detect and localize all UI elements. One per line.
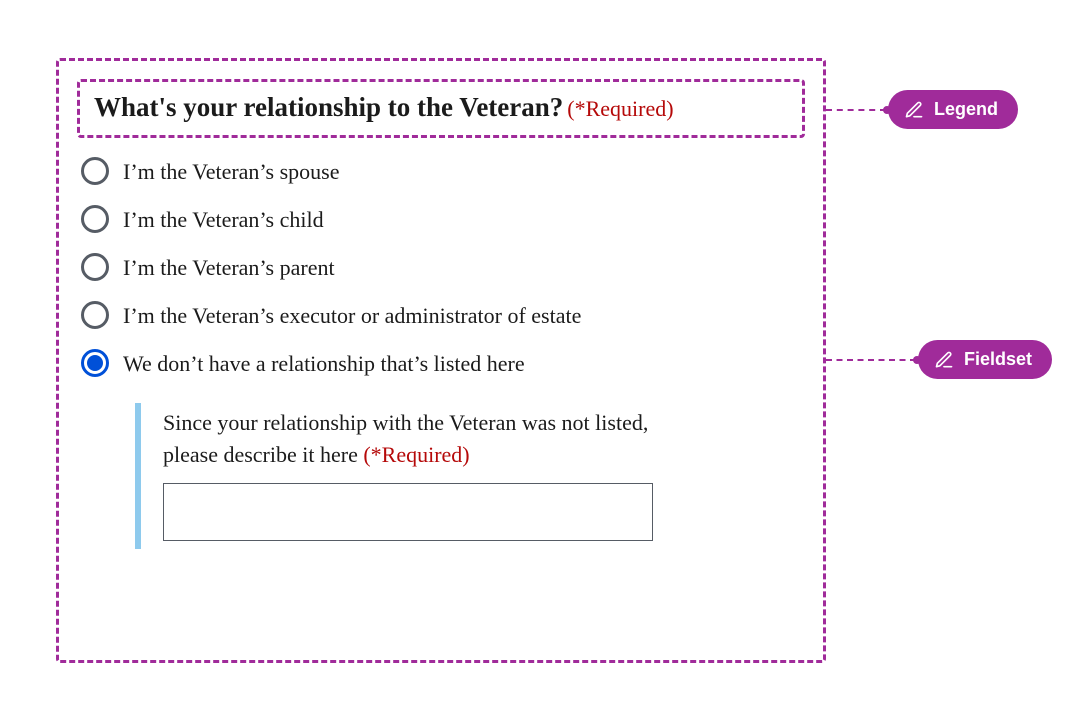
radio-group: I’m the Veteran’s spouse I’m the Veteran…	[77, 156, 805, 549]
radio-option-child[interactable]: I’m the Veteran’s child	[81, 204, 803, 236]
conditional-label: Since your relationship with the Veteran…	[163, 407, 695, 471]
radio-label: We don’t have a relationship that’s list…	[123, 348, 525, 380]
relationship-description-input[interactable]	[163, 483, 653, 541]
connector-line	[826, 109, 886, 111]
legend-question: What's your relationship to the Veteran?	[94, 92, 563, 122]
radio-label: I’m the Veteran’s child	[123, 204, 324, 236]
callout-legend[interactable]: Legend	[888, 90, 1018, 129]
radio-label: I’m the Veteran’s parent	[123, 252, 335, 284]
legend-annotation-outline: What's your relationship to the Veteran?…	[77, 79, 805, 138]
callout-fieldset-label: Fieldset	[964, 349, 1032, 370]
edit-icon	[904, 100, 924, 120]
conditional-required: (*Required)	[363, 442, 469, 467]
radio-icon	[81, 205, 109, 233]
radio-option-parent[interactable]: I’m the Veteran’s parent	[81, 252, 803, 284]
radio-label: I’m the Veteran’s executor or administra…	[123, 300, 581, 332]
conditional-describe-block: Since your relationship with the Veteran…	[135, 403, 695, 549]
radio-icon	[81, 301, 109, 329]
edit-icon	[934, 350, 954, 370]
fieldset-annotation-outline: What's your relationship to the Veteran?…	[56, 58, 826, 663]
radio-label: I’m the Veteran’s spouse	[123, 156, 340, 188]
radio-icon	[81, 253, 109, 281]
legend-required: (*Required)	[567, 96, 673, 121]
radio-option-executor[interactable]: I’m the Veteran’s executor or administra…	[81, 300, 803, 332]
radio-option-spouse[interactable]: I’m the Veteran’s spouse	[81, 156, 803, 188]
radio-icon	[81, 157, 109, 185]
callout-legend-label: Legend	[934, 99, 998, 120]
radio-icon	[81, 349, 109, 377]
connector-line	[826, 359, 916, 361]
callout-fieldset[interactable]: Fieldset	[918, 340, 1052, 379]
radio-option-other[interactable]: We don’t have a relationship that’s list…	[81, 348, 803, 380]
